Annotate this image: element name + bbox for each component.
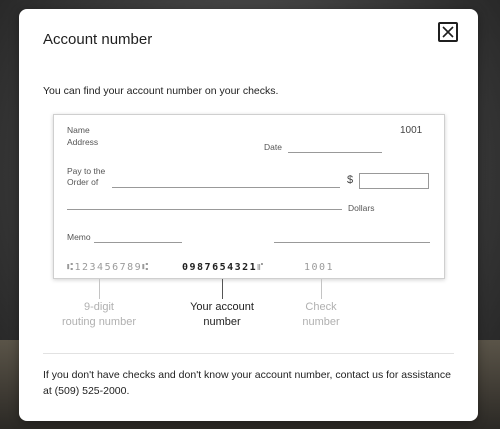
check-caption-line2: number — [302, 316, 340, 328]
check-number-top: 1001 — [400, 125, 423, 136]
check-date-label: Date — [264, 142, 282, 152]
pay-to-label-line2: Order of — [67, 177, 99, 187]
micr-check-number: 1001 — [304, 262, 335, 273]
routing-caption-line1: 9-digit — [84, 301, 114, 313]
routing-number-caption: 9-digit routing number — [49, 300, 149, 330]
pay-to-label-line1: Pay to the — [67, 166, 106, 176]
signature-line — [274, 242, 430, 243]
memo-line — [94, 242, 182, 243]
check-address: Address — [67, 137, 99, 147]
routing-connector — [99, 279, 100, 299]
dollars-label: Dollars — [348, 203, 375, 213]
dollar-sign: $ — [347, 174, 354, 186]
account-caption-line2: number — [203, 316, 241, 328]
close-button[interactable] — [438, 22, 458, 42]
check-connector — [321, 279, 322, 299]
date-line — [288, 152, 382, 153]
micr-account-digits: 0987654321 — [182, 262, 258, 273]
footer-divider — [43, 353, 454, 354]
check-name: Name — [67, 125, 90, 135]
account-caption-line1: Your account — [190, 301, 254, 313]
check-illustration: Name Address 1001 Date Pay to the Order … — [53, 114, 445, 279]
account-connector — [222, 279, 223, 299]
check-number-caption: Check number — [281, 300, 361, 330]
amount-box — [359, 173, 429, 189]
dialog-title: Account number — [43, 31, 153, 48]
micr-routing-number: ⑆123456789⑆ — [67, 262, 150, 273]
micr-account-number: 0987654321⑈ — [182, 262, 265, 273]
account-number-dialog: Account number You can find your account… — [19, 9, 478, 421]
routing-caption-line2: routing number — [62, 316, 136, 328]
account-number-caption: Your account number — [172, 300, 272, 330]
close-icon — [442, 26, 454, 38]
micr-on-us-symbol: ⑈ — [257, 262, 265, 273]
memo-label: Memo — [67, 232, 91, 242]
check-caption-line1: Check — [305, 301, 337, 313]
dialog-footer-text: If you don't have checks and don't know … — [43, 369, 451, 397]
dialog-description: You can find your account number on your… — [43, 85, 279, 97]
payee-line — [112, 187, 340, 188]
written-amount-line — [67, 209, 342, 210]
